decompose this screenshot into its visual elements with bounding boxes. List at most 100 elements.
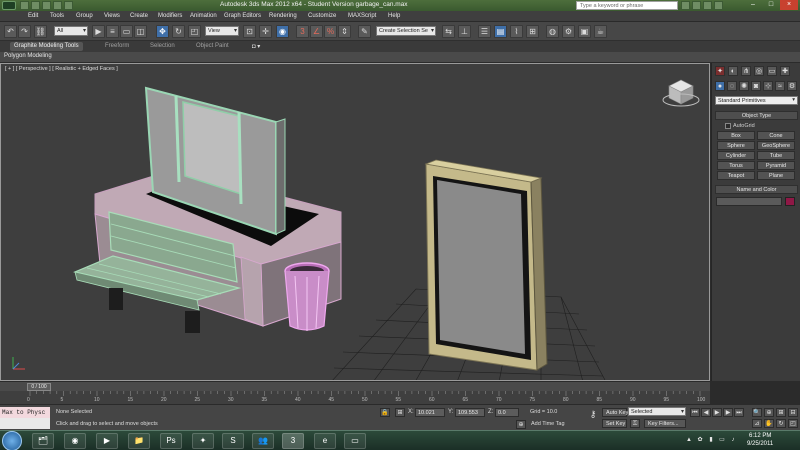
- viewport-label[interactable]: [ + ] [ Perspective ] [ Realistic + Edge…: [5, 66, 118, 72]
- cone-button[interactable]: Cone: [757, 131, 795, 140]
- menu-create[interactable]: Create: [130, 13, 148, 19]
- battery-icon[interactable]: ▭: [718, 436, 726, 444]
- helpers-icon[interactable]: ⊹: [763, 81, 773, 91]
- sphere-button[interactable]: Sphere: [717, 141, 755, 150]
- graphite-toggle-icon[interactable]: ▤: [494, 25, 507, 38]
- previous-frame-icon[interactable]: ◀: [701, 408, 711, 417]
- tray-expand-icon[interactable]: ▲: [685, 436, 693, 444]
- geosphere-button[interactable]: GeoSphere: [757, 141, 795, 150]
- redo-icon[interactable]: [64, 1, 73, 10]
- maxscript-output[interactable]: [0, 418, 50, 429]
- volume-icon[interactable]: ♪: [729, 436, 737, 444]
- tube-button[interactable]: Tube: [757, 151, 795, 160]
- named-selection-dropdown[interactable]: Create Selection Se: [376, 26, 436, 36]
- menu-rendering[interactable]: Rendering: [269, 13, 297, 19]
- menu-views[interactable]: Views: [104, 13, 120, 19]
- menu-group[interactable]: Group: [76, 13, 93, 19]
- systems-icon[interactable]: ⚙: [787, 81, 797, 91]
- zoom-extents-icon[interactable]: ⊞: [776, 408, 786, 417]
- menu-modifiers[interactable]: Modifiers: [158, 13, 182, 19]
- maximize-viewport-icon[interactable]: ◰: [788, 419, 798, 428]
- auto-key-button[interactable]: Auto Key: [602, 408, 628, 417]
- chrome-task-icon[interactable]: ◉: [64, 433, 86, 449]
- align-icon[interactable]: ⊥: [458, 25, 471, 38]
- tab-graphite-modeling-tools[interactable]: Graphite Modeling Tools: [10, 42, 83, 51]
- menu-graph-editors[interactable]: Graph Editors: [224, 13, 261, 19]
- new-file-icon[interactable]: [20, 1, 29, 10]
- add-time-tag[interactable]: Add Time Tag: [531, 421, 565, 427]
- select-move-icon[interactable]: ✥: [156, 25, 169, 38]
- undo-icon[interactable]: ↶: [4, 25, 17, 38]
- network-icon[interactable]: ▮: [707, 436, 715, 444]
- motion-tab-icon[interactable]: ◎: [754, 66, 764, 76]
- modify-tab-icon[interactable]: ◐: [728, 66, 738, 76]
- communication-center-icon[interactable]: [692, 1, 701, 10]
- render-setup-icon[interactable]: ⚙: [562, 25, 575, 38]
- menu-customize[interactable]: Customize: [308, 13, 336, 19]
- reference-coordinate-dropdown[interactable]: View: [205, 26, 239, 36]
- pan-icon[interactable]: ✋: [764, 419, 774, 428]
- geometry-icon[interactable]: ●: [715, 81, 725, 91]
- tab-freeform[interactable]: Freeform: [101, 42, 133, 51]
- angle-snap-icon[interactable]: ∠: [310, 25, 323, 38]
- play-icon[interactable]: ▶: [712, 408, 722, 417]
- open-file-icon[interactable]: [31, 1, 40, 10]
- rendered-frame-window-icon[interactable]: ▣: [578, 25, 591, 38]
- create-tab-icon[interactable]: ✦: [715, 66, 725, 76]
- time-tag-icon[interactable]: ⊕: [516, 420, 526, 429]
- save-file-icon[interactable]: [42, 1, 51, 10]
- ribbon-options-icon[interactable]: ◘ ▾: [248, 42, 264, 51]
- window-crossing-icon[interactable]: ◫: [134, 25, 147, 38]
- utilities-tab-icon[interactable]: ✚: [780, 66, 790, 76]
- object-type-rollout[interactable]: Object Type: [715, 111, 798, 120]
- schematic-view-icon[interactable]: ⊞: [526, 25, 539, 38]
- zoom-extents-all-icon[interactable]: ⊟: [788, 408, 798, 417]
- link-icon[interactable]: ⛓: [34, 25, 47, 38]
- curve-editor-icon[interactable]: ⌇: [510, 25, 523, 38]
- hierarchy-tab-icon[interactable]: ⋔: [741, 66, 751, 76]
- teapot-button[interactable]: Teapot: [717, 171, 755, 180]
- window-task-icon[interactable]: ▭: [344, 433, 366, 449]
- cameras-icon[interactable]: ◙: [751, 81, 761, 91]
- redo-icon[interactable]: ↷: [18, 25, 31, 38]
- help-icon[interactable]: [714, 1, 723, 10]
- snaps-toggle-icon[interactable]: 3: [296, 25, 309, 38]
- key-filters-button[interactable]: Key Filters...: [644, 419, 686, 428]
- app-logo-icon[interactable]: [2, 1, 16, 10]
- autogrid-checkbox[interactable]: [725, 123, 731, 129]
- tab-object-paint[interactable]: Object Paint: [192, 42, 233, 51]
- zoom-icon[interactable]: 🔍: [752, 408, 762, 417]
- z-coordinate-field[interactable]: 0.0: [495, 408, 519, 417]
- name-and-color-rollout[interactable]: Name and Color: [715, 185, 798, 194]
- selection-lock-icon[interactable]: 🔒: [380, 408, 390, 417]
- go-to-end-icon[interactable]: ⏭: [734, 408, 744, 417]
- key-filter-icon[interactable]: ⚿: [630, 419, 640, 428]
- object-color-swatch[interactable]: [785, 197, 795, 206]
- close-button[interactable]: ×: [780, 0, 798, 10]
- select-object-icon[interactable]: ▶: [92, 25, 105, 38]
- search-icon[interactable]: [681, 1, 690, 10]
- y-coordinate-field[interactable]: 109.553: [455, 408, 485, 417]
- pyramid-button[interactable]: Pyramid: [757, 161, 795, 170]
- key-mode-dropdown[interactable]: Selected: [628, 407, 686, 416]
- cylinder-button[interactable]: Cylinder: [717, 151, 755, 160]
- absolute-mode-icon[interactable]: ⊞: [395, 408, 405, 417]
- torus-button[interactable]: Torus: [717, 161, 755, 170]
- maximize-button[interactable]: □: [762, 0, 780, 10]
- time-slider[interactable]: 0 / 100: [0, 381, 710, 391]
- keyboard-shortcut-toggle-icon[interactable]: ◉: [276, 25, 289, 38]
- object-name-field[interactable]: [716, 197, 782, 206]
- clock-time[interactable]: 6:12 PM: [749, 433, 771, 439]
- skype-task-icon[interactable]: S: [222, 433, 244, 449]
- shapes-icon[interactable]: ◌: [727, 81, 737, 91]
- next-frame-icon[interactable]: ▶: [723, 408, 733, 417]
- select-rotate-icon[interactable]: ↻: [172, 25, 185, 38]
- tab-polygon-modeling[interactable]: Polygon Modeling: [4, 53, 52, 59]
- zoom-all-icon[interactable]: ⊕: [764, 408, 774, 417]
- menu-maxscript[interactable]: MAXScript: [348, 13, 376, 19]
- material-editor-icon[interactable]: ◍: [546, 25, 559, 38]
- space-warps-icon[interactable]: ≈: [775, 81, 785, 91]
- orbit-icon[interactable]: ↻: [776, 419, 786, 428]
- tray-app-icon[interactable]: ✿: [696, 436, 704, 444]
- primitive-category-dropdown[interactable]: Standard Primitives: [715, 96, 798, 105]
